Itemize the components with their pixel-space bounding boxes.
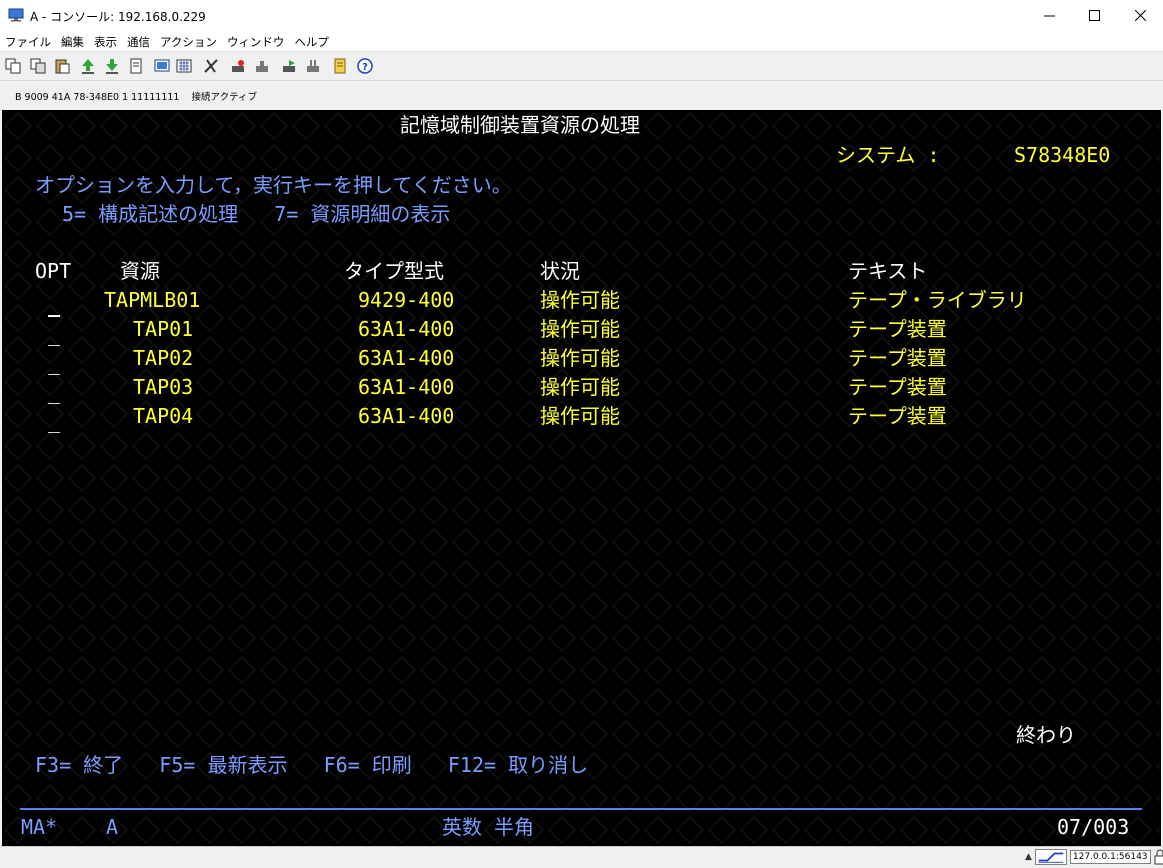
document-icon[interactable] bbox=[128, 58, 144, 74]
keyboard-icon[interactable] bbox=[176, 58, 192, 74]
opt-input-tap03[interactable]: _ bbox=[48, 380, 60, 404]
instruction-text: オプションを入力して，実行キーを押してください。 bbox=[35, 173, 512, 197]
text-description: テープ装置 bbox=[848, 346, 947, 370]
receive-file-icon[interactable] bbox=[104, 58, 120, 74]
terminal-screen[interactable]: 記憶域制御装置資源の処理 システム : S78348E0 オプションを入力して，… bbox=[2, 110, 1161, 846]
bottom-status-bar: ▲ 127.0.0.1:56143 bbox=[0, 846, 1163, 868]
type-model: 63A1-400 bbox=[358, 346, 455, 370]
menu-edit[interactable]: 編集 bbox=[56, 31, 89, 51]
system-name: S78348E0 bbox=[1014, 143, 1111, 167]
screen-title: 記憶域制御装置資源の処理 bbox=[400, 113, 640, 137]
menu-action[interactable]: アクション bbox=[155, 31, 222, 51]
opt-input-tap04[interactable]: _ bbox=[48, 409, 60, 433]
oia-input-mode: 英数 半角 bbox=[442, 815, 535, 839]
type-model: 63A1-400 bbox=[358, 375, 455, 399]
copy-append-icon[interactable] bbox=[30, 58, 46, 74]
column-header-resource: 資源 bbox=[120, 259, 160, 283]
stop-icon[interactable] bbox=[254, 58, 270, 74]
lock-icon bbox=[1154, 849, 1163, 865]
column-header-text: テキスト bbox=[848, 259, 928, 283]
svg-text:?: ? bbox=[362, 62, 368, 73]
opt-input-tap02[interactable]: _ bbox=[48, 351, 60, 375]
oia-divider bbox=[20, 808, 1142, 810]
macro-icon[interactable] bbox=[203, 58, 219, 74]
display-icon[interactable] bbox=[154, 58, 170, 74]
monitor-icon bbox=[8, 8, 24, 22]
opt-input-tap01[interactable]: _ bbox=[48, 322, 60, 346]
connection-icon bbox=[1034, 849, 1067, 865]
triangle-up-icon: ▲ bbox=[1025, 852, 1032, 862]
pause-icon[interactable] bbox=[305, 58, 321, 74]
status-value: 操作可能 bbox=[540, 346, 620, 370]
cursor-position: 07/003 bbox=[1057, 815, 1130, 839]
column-header-type: タイプ型式 bbox=[344, 259, 444, 283]
type-model: 63A1-400 bbox=[358, 317, 455, 341]
type-model: 9429-400 bbox=[358, 288, 455, 312]
minimize-icon bbox=[1043, 15, 1055, 17]
text-description: テープ装置 bbox=[848, 375, 947, 399]
play-icon[interactable] bbox=[281, 58, 297, 74]
type-model: 63A1-400 bbox=[358, 404, 455, 428]
function-keys-legend: F3= 終了 F5= 最新表示 F6= 印刷 F12= 取り消し bbox=[35, 753, 589, 777]
status-value: 操作可能 bbox=[540, 317, 620, 341]
status-value: 操作可能 bbox=[540, 404, 620, 428]
paste-icon[interactable] bbox=[54, 58, 70, 74]
resource-name: TAP03 bbox=[133, 375, 194, 399]
connection-status-text: B 9009 41A 78-348E0 1 11111111 接続アクティブ bbox=[15, 92, 258, 103]
resource-name: TAP02 bbox=[133, 346, 194, 370]
options-legend: 5= 構成記述の処理 7= 資源明細の表示 bbox=[62, 202, 451, 226]
menu-communication[interactable]: 通信 bbox=[122, 31, 155, 51]
minimize-button[interactable] bbox=[1026, 0, 1072, 31]
close-icon bbox=[1134, 10, 1146, 21]
system-label: システム : bbox=[836, 143, 940, 167]
text-description: テープ・ライブラリ bbox=[848, 288, 1027, 312]
maximize-icon bbox=[1088, 10, 1100, 21]
status-value: 操作可能 bbox=[540, 375, 620, 399]
record-icon[interactable] bbox=[230, 58, 246, 74]
menu-window[interactable]: ウィンドウ bbox=[222, 31, 290, 51]
connection-status-strip: B 9009 41A 78-348E0 1 11111111 接続アクティブ bbox=[0, 80, 1163, 108]
notes-icon[interactable] bbox=[332, 58, 348, 74]
end-of-list-label: 終わり bbox=[1016, 723, 1076, 747]
window-title-bar: A - コンソール: 192.168.0.229 bbox=[0, 0, 1163, 31]
connection-address: 127.0.0.1:56143 bbox=[1069, 850, 1151, 864]
send-file-icon[interactable] bbox=[80, 58, 96, 74]
text-description: テープ装置 bbox=[848, 317, 947, 341]
close-button[interactable] bbox=[1117, 0, 1163, 31]
resource-name: TAP01 bbox=[133, 317, 194, 341]
text-description: テープ装置 bbox=[848, 404, 947, 428]
copy-icon[interactable] bbox=[5, 58, 21, 74]
menu-file[interactable]: ファイル bbox=[0, 31, 56, 51]
opt-input-tapmlb01[interactable]: _ bbox=[48, 293, 60, 317]
tray-area: ▲ 127.0.0.1:56143 bbox=[1025, 849, 1163, 865]
column-header-opt: OPT bbox=[35, 259, 72, 283]
menu-view[interactable]: 表示 bbox=[89, 31, 122, 51]
resource-name: TAPMLB01 bbox=[104, 288, 201, 312]
menu-bar: ファイル 編集 表示 通信 アクション ウィンドウ ヘルプ bbox=[0, 31, 1163, 51]
oia-session-id: A bbox=[106, 815, 119, 839]
maximize-button[interactable] bbox=[1071, 0, 1117, 31]
window-title: A - コンソール: 192.168.0.229 bbox=[30, 10, 206, 24]
oia-status-left: MA* bbox=[21, 815, 58, 839]
menu-help[interactable]: ヘルプ bbox=[289, 31, 334, 51]
toolbar: ? bbox=[0, 51, 1163, 79]
column-header-status: 状況 bbox=[540, 259, 580, 283]
status-value: 操作可能 bbox=[540, 288, 620, 312]
help-icon[interactable]: ? bbox=[357, 58, 373, 74]
resource-name: TAP04 bbox=[133, 404, 194, 428]
